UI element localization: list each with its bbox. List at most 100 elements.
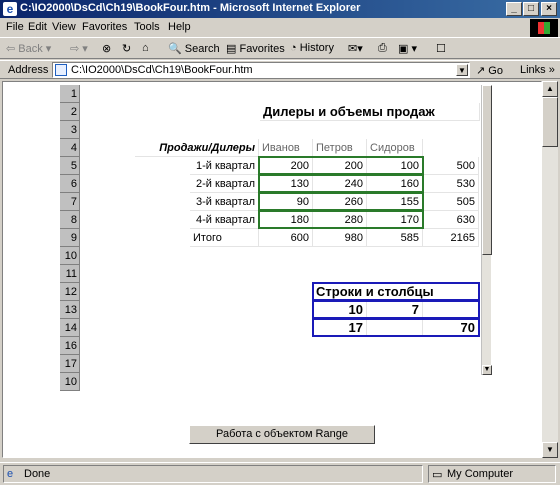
row-header: 8: [60, 211, 80, 229]
sheet-scrollbar[interactable]: ▼: [481, 85, 492, 375]
mail-icon[interactable]: ✉▾: [348, 42, 363, 55]
row-header: 10: [60, 247, 80, 265]
grand-total: 2165: [423, 229, 479, 247]
table-row: 10: [60, 373, 491, 391]
row-total: 630: [423, 211, 479, 229]
history-icon: ◔: [290, 42, 297, 54]
sheet-scroll-thumb[interactable]: [482, 85, 492, 255]
menu-tools[interactable]: Tools: [134, 21, 160, 33]
favorites-icon: ▤: [226, 43, 237, 55]
quarter-label: 1-й квартал: [190, 157, 259, 175]
links-button[interactable]: Links »: [520, 64, 555, 76]
row-header: 11: [60, 265, 80, 283]
table-row: 4 Продажи/Дилеры Иванов Петров Сидоров: [60, 139, 491, 157]
menu-file[interactable]: File: [6, 21, 24, 33]
row-header: 13: [60, 301, 80, 319]
row-header: 17: [60, 355, 80, 373]
menu-view[interactable]: View: [52, 21, 76, 33]
green-range-border: [258, 210, 424, 229]
address-input[interactable]: C:\IO2000\DsCd\Ch19\BookFour.htm ▼: [52, 62, 470, 78]
green-range-border: [258, 156, 424, 175]
page-content: 1 2 Дилеры и объемы продаж 3 4 Продажи/Д…: [2, 81, 542, 458]
minimize-button[interactable]: _: [506, 2, 522, 16]
status-left: e Done: [3, 465, 423, 483]
favorites-button[interactable]: ▤ Favorites: [226, 42, 285, 55]
maximize-button[interactable]: □: [523, 2, 539, 16]
green-range-border: [258, 174, 424, 193]
dealer-header: Иванов: [259, 139, 313, 157]
windows-logo-icon: [530, 19, 558, 37]
page-scrollbar[interactable]: ▲ ▼: [542, 81, 558, 458]
scroll-up-icon[interactable]: ▲: [542, 81, 558, 97]
total-cell: 980: [313, 229, 367, 247]
dealer-header: Сидоров: [367, 139, 423, 157]
row-header: 9: [60, 229, 80, 247]
chevron-down-icon[interactable]: ▼: [456, 64, 468, 76]
range-object-button[interactable]: Работа с объектом Range: [189, 425, 375, 444]
forward-button[interactable]: ⇨ ▾: [70, 42, 88, 55]
row-header: 4: [60, 139, 80, 157]
row-header: 7: [60, 193, 80, 211]
menu-help[interactable]: Help: [168, 21, 191, 33]
menu-bar: File Edit View Favorites Tools Help: [0, 18, 560, 38]
table-row: 11: [60, 265, 491, 283]
quarter-label: 3-й квартал: [190, 193, 259, 211]
ie-logo-icon: e: [3, 2, 17, 16]
row-header: 16: [60, 337, 80, 355]
stop-icon[interactable]: ⊗: [102, 42, 111, 55]
search-icon: 🔍: [168, 43, 182, 55]
toolbar: ⇦ Back ▾ ⇨ ▾ ⊗ ↻ ⌂ 🔍 Search ▤ Favorites …: [0, 39, 560, 59]
row-header: 14: [60, 319, 80, 337]
row-header: 2: [60, 103, 80, 121]
back-arrow-icon: ⇦: [6, 43, 16, 55]
table-row: 3: [60, 121, 491, 139]
table-row: 2 Дилеры и объемы продаж: [60, 103, 491, 121]
go-button[interactable]: ↗ Go: [476, 64, 503, 77]
menu-edit[interactable]: Edit: [28, 21, 47, 33]
edit-icon[interactable]: ▣ ▾: [398, 42, 417, 55]
window-title: C:\IO2000\DsCd\Ch19\BookFour.htm - Micro…: [20, 2, 361, 14]
refresh-icon[interactable]: ↻: [122, 42, 131, 55]
total-cell: 585: [367, 229, 423, 247]
row-header: 10: [60, 373, 80, 391]
go-arrow-icon: ↗: [476, 65, 486, 77]
row-header: 5: [60, 157, 80, 175]
row-total: 500: [423, 157, 479, 175]
row-total: 530: [423, 175, 479, 193]
ie-page-icon: e: [7, 468, 14, 480]
totals-label: Итого: [190, 229, 259, 247]
close-button[interactable]: ×: [541, 2, 557, 16]
spreadsheet: 1 2 Дилеры и объемы продаж 3 4 Продажи/Д…: [60, 85, 491, 375]
table-row: 17: [60, 355, 491, 373]
sheet-title: Дилеры и объемы продаж: [260, 103, 480, 121]
chevron-down-icon[interactable]: ▼: [482, 365, 492, 375]
page-scroll-thumb[interactable]: [542, 97, 558, 147]
table-row: 16: [60, 337, 491, 355]
quarter-label: 2-й квартал: [190, 175, 259, 193]
scroll-down-icon[interactable]: ▼: [542, 442, 558, 458]
home-icon[interactable]: ⌂: [142, 42, 149, 54]
blue-range-border: [312, 300, 480, 319]
discuss-icon[interactable]: ☐: [436, 42, 446, 55]
blue-range-border: [312, 318, 480, 337]
history-button[interactable]: ◔ History: [290, 42, 334, 54]
print-icon[interactable]: ⎙: [378, 42, 387, 55]
total-cell: 600: [259, 229, 313, 247]
back-button[interactable]: ⇦ Back ▾: [6, 42, 51, 55]
page-icon: [55, 64, 67, 76]
blue-range-border: [312, 282, 480, 301]
row-header: 6: [60, 175, 80, 193]
row-total: 505: [423, 193, 479, 211]
status-text: Done: [24, 468, 51, 480]
address-label: Address: [8, 64, 49, 76]
row-header: 12: [60, 283, 80, 301]
title-bar: e C:\IO2000\DsCd\Ch19\BookFour.htm - Mic…: [0, 0, 560, 18]
search-button[interactable]: 🔍 Search: [168, 42, 220, 55]
quarter-label: 4-й квартал: [190, 211, 259, 229]
table-row: 10: [60, 247, 491, 265]
status-bar: e Done ▭ My Computer: [0, 462, 560, 485]
status-right: ▭ My Computer: [428, 465, 556, 483]
table-row: 9 Итого 600 980 585 2165: [60, 229, 491, 247]
computer-icon: ▭: [432, 469, 443, 481]
menu-favorites[interactable]: Favorites: [82, 21, 127, 33]
